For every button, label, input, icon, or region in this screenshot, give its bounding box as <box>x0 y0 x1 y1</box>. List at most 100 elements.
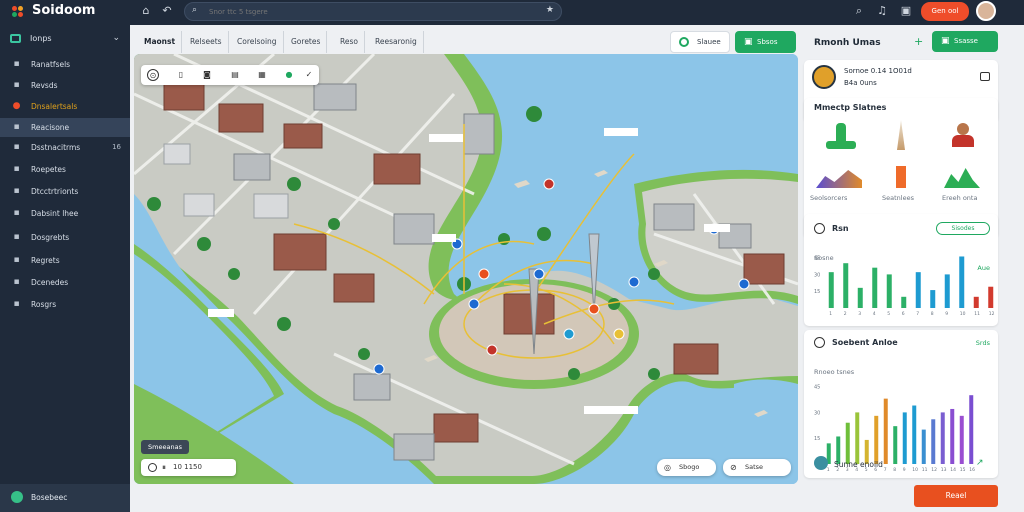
tab-5[interactable]: Reesaronig <box>369 31 424 53</box>
chat-icon[interactable] <box>980 72 990 81</box>
chart-bar <box>944 274 950 308</box>
sidebar-footer[interactable]: Bosebeec <box>0 484 130 512</box>
chart-bar <box>940 412 945 464</box>
chart-bar <box>912 405 917 464</box>
city-map[interactable] <box>134 54 798 484</box>
map-view-button[interactable]: ◎ Sbogo <box>657 459 716 476</box>
refresh-icon <box>679 37 689 47</box>
highlight-caption-2: Seatnlees <box>882 194 914 202</box>
grid-icon[interactable]: ▦ <box>256 69 268 81</box>
compass-icon[interactable]: ⊙ <box>147 69 159 81</box>
y-tick-label: 15 <box>814 436 820 442</box>
file-icon[interactable]: ▯ <box>175 69 187 81</box>
camera-icon[interactable]: ◙ <box>201 69 213 81</box>
home-icon[interactable]: ⌂ <box>139 4 153 18</box>
x-tick-label: 9 <box>945 311 948 317</box>
x-tick-label: 4 <box>873 311 876 317</box>
clock-icon <box>148 463 157 472</box>
chart-bar <box>969 395 974 464</box>
search-icon[interactable]: ⌕ <box>852 4 866 18</box>
x-tick-label: 10 <box>960 311 966 317</box>
bell-icon[interactable]: ♫ <box>875 4 889 18</box>
sidebar-item-label: Dnsalertsals <box>31 102 78 111</box>
save-button[interactable]: ▣ Sbsos <box>735 31 796 53</box>
panel-action-button[interactable]: ▣ Ssasse <box>932 31 998 52</box>
save-button-label: Sbsos <box>757 38 778 46</box>
chevron-down-icon[interactable]: ⌄ <box>112 33 120 43</box>
map-mode-button[interactable]: ⊘ Satse <box>723 459 791 476</box>
chart-bar <box>883 398 888 464</box>
sidebar-item-3[interactable]: ▪ Reacisone <box>0 118 130 137</box>
add-icon[interactable]: + <box>914 35 923 48</box>
user-icon: ▪ <box>13 277 20 287</box>
sidebar-item-11[interactable]: ▪ Rosgrs <box>0 295 130 314</box>
sidebar-item-7[interactable]: ▪ Dabsint lhee <box>0 204 130 223</box>
sidebar-item-1[interactable]: ▪ Revsds <box>0 76 130 95</box>
check-icon[interactable]: ✓ <box>303 69 315 81</box>
chart-bar <box>921 429 926 464</box>
save-icon: ▣ <box>941 36 950 46</box>
sidebar-item-8[interactable]: ▪ Dosgrebts <box>0 228 130 247</box>
bar-icon <box>896 166 906 188</box>
tab-4[interactable]: Reso <box>334 31 365 53</box>
sidebar-item-label: Rosgrs <box>31 300 57 309</box>
map-mode-label: Satse <box>745 463 764 471</box>
x-tick-label: 11 <box>974 311 980 317</box>
layers-icon[interactable]: ▤ <box>229 69 241 81</box>
status-icon <box>11 491 23 503</box>
chart-card-1: Rsn Sisodes Sosne Aue 15 30 45 1 2 3 4 5 6 7 8 9 10 1… <box>804 214 998 326</box>
primary-action-button[interactable]: Reael <box>914 485 998 507</box>
sidebar-item-5[interactable]: ▪ Roepetes <box>0 160 130 179</box>
chart-card-2: Soebent Anloe Srds Rnoeo tsnes 15 30 45 1 2 3… <box>804 330 998 478</box>
sidebar-item-count: 16 <box>112 143 121 151</box>
alert-icon: ● <box>12 101 21 111</box>
chart-bar <box>931 419 936 464</box>
x-tick-label: 1 <box>827 467 830 473</box>
x-tick-label: 16 <box>969 467 975 473</box>
tab-0[interactable]: Maonst <box>138 31 183 53</box>
sidebar-item-2[interactable]: ● Dnsalertsals <box>0 97 130 116</box>
search-bar[interactable]: ⌕ ★ <box>184 2 562 21</box>
chart-bar <box>915 272 921 308</box>
sidebar-item-9[interactable]: ▪ Regrets <box>0 251 130 270</box>
back-icon[interactable]: ↶ <box>160 4 174 18</box>
tab-3[interactable]: Goretes <box>285 31 328 53</box>
chart-bar <box>973 296 979 308</box>
filter-button[interactable]: Slauee <box>670 31 730 53</box>
x-tick-label: 8 <box>893 467 896 473</box>
highlight-caption-1: Seolsorcers <box>810 194 848 202</box>
globe-icon[interactable]: ● <box>283 69 295 81</box>
x-tick-label: 12 <box>989 311 995 317</box>
star-icon[interactable]: ★ <box>546 5 554 15</box>
gear-icon: ▪ <box>13 299 20 309</box>
tab-2[interactable]: Corelsoing <box>231 31 284 53</box>
chart-bar <box>843 263 849 308</box>
chart-2-title: Soebent Anloe <box>832 338 898 347</box>
tree-icon <box>826 123 856 153</box>
tab-1[interactable]: Relseets <box>184 31 229 53</box>
save-icon: ▣ <box>744 37 753 47</box>
settings-icon[interactable]: ▣ <box>899 4 913 18</box>
sidebar-item-label: Dsstnacitrms <box>31 143 81 152</box>
sidebar-item-0[interactable]: ▪ Ranatfsels <box>0 55 130 74</box>
create-button[interactable]: Gen ool <box>921 2 969 21</box>
sidebar-item-10[interactable]: ▪ Dcenedes <box>0 273 130 292</box>
person-icon <box>950 123 976 149</box>
x-tick-label: 1 <box>829 311 832 317</box>
avatar[interactable] <box>976 1 996 21</box>
avatar <box>812 65 836 89</box>
chart-1-filter-chip[interactable]: Sisodes <box>936 222 990 235</box>
chart-bar <box>959 256 965 308</box>
y-tick-label: 15 <box>814 289 820 295</box>
sidebar-item-6[interactable]: ▪ Dtcctrtrionts <box>0 182 130 201</box>
globe-icon <box>814 223 825 234</box>
timeline-control[interactable]: ⏸ 10 1150 <box>141 459 236 476</box>
x-tick-label: 7 <box>884 467 887 473</box>
map-canvas[interactable] <box>134 54 798 484</box>
y-tick-label: 45 <box>814 385 820 391</box>
pause-icon[interactable]: ⏸ <box>162 459 166 476</box>
sidebar-header[interactable]: Ionps ⌄ <box>0 31 130 49</box>
chart-bar <box>988 286 994 308</box>
sidebar-item-4[interactable]: ▪ Dsstnacitrms 16 <box>0 138 130 157</box>
search-input[interactable] <box>209 5 529 19</box>
